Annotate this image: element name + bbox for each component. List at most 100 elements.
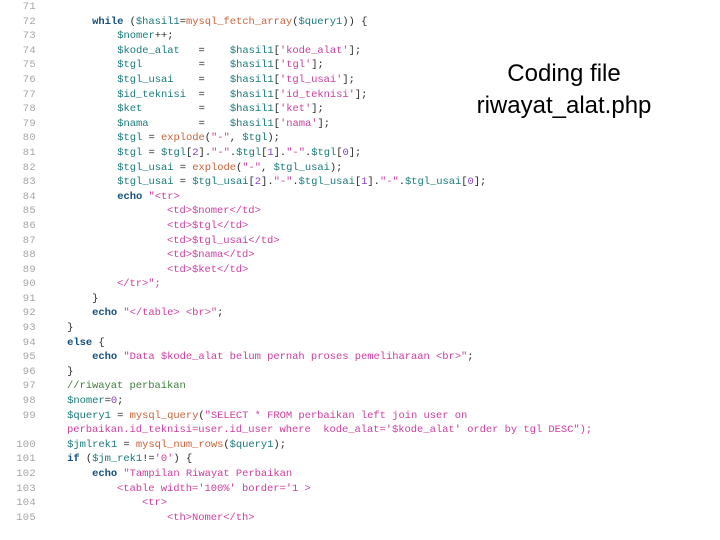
- code-text: }: [92, 292, 99, 305]
- code-line: 86 <td>$tgl</td>: [0, 219, 720, 234]
- line-number: 95: [22, 351, 36, 364]
- code-line: 74 $kode_alat = $hasil1['kode_alat'];: [0, 44, 720, 59]
- code-line: 91 }: [0, 292, 720, 307]
- code-text: }: [67, 365, 74, 378]
- code-text: $nama = $hasil1['nama'];: [117, 117, 330, 130]
- code-text: $tgl = explode("-", $tgl);: [117, 132, 280, 145]
- code-text: $tgl_usai = $tgl_usai[2]."-".$tgl_usai[1…: [117, 176, 487, 189]
- code-line: 105 <th>Nomer</th>: [0, 511, 720, 526]
- code-line: 101 if ($jm_rek1!='0') {: [0, 452, 720, 467]
- line-number: 79: [22, 117, 36, 130]
- code-line: 97 //riwayat perbaikan: [0, 379, 720, 394]
- line-number: 71: [22, 1, 36, 13]
- line-number: 72: [22, 15, 36, 28]
- code-line: 95 echo "Data $kode_alat belum pernah pr…: [0, 350, 720, 365]
- code-line: 102 echo "Tampilan Riwayat Perbaikan: [0, 467, 720, 482]
- code-line: 103 <table width='100%' border='1 >: [0, 482, 720, 497]
- line-number: 94: [22, 336, 36, 349]
- code-line: 89 <td>$ket</td>: [0, 263, 720, 278]
- code-line: 84 echo "<tr>: [0, 190, 720, 205]
- code-line: perbaikan.id_teknisi=user.id_user where …: [0, 423, 720, 438]
- line-number: 81: [22, 146, 36, 159]
- line-number: 75: [22, 59, 36, 72]
- line-number: 84: [22, 190, 36, 203]
- code-text: $tgl = $hasil1['tgl'];: [117, 59, 324, 72]
- code-line: 88 <td>$nama</td>: [0, 248, 720, 263]
- code-line: 71: [0, 0, 720, 15]
- code-line: 100 $jmlrek1 = mysql_num_rows($query1);: [0, 438, 720, 453]
- code-line: 98 $nomer=0;: [0, 394, 720, 409]
- line-number: 88: [22, 249, 36, 262]
- code-text: $tgl_usai = explode("-", $tgl_usai);: [117, 161, 343, 174]
- line-number: 80: [22, 132, 36, 145]
- line-number: 85: [22, 205, 36, 218]
- code-text: $id_teknisi = $hasil1['id_teknisi'];: [117, 88, 368, 101]
- caption-coding-file: Coding file riwayat_alat.php: [408, 58, 720, 122]
- code-line: 80 $tgl = explode("-", $tgl);: [0, 131, 720, 146]
- line-number: 104: [16, 497, 36, 510]
- code-text: $query1 = mysql_query("SELECT * FROM per…: [67, 409, 468, 422]
- code-text: //riwayat perbaikan: [42, 380, 186, 393]
- code-line: 72 while ($hasil1=mysql_fetch_array($que…: [0, 15, 720, 30]
- code-line: 104 <tr>: [0, 496, 720, 511]
- code-line: 85 <td>$nomer</td>: [0, 204, 720, 219]
- line-number: 98: [22, 395, 36, 408]
- code-text: echo "</table> <br>";: [92, 307, 224, 320]
- code-text: while ($hasil1=mysql_fetch_array($query1…: [92, 15, 368, 28]
- line-number: 87: [22, 234, 36, 247]
- slide-canvas: 71 72 while ($hasil1=mysql_fetch_array($q…: [0, 0, 720, 540]
- caption-line-1: Coding file: [507, 60, 621, 87]
- line-number: 93: [22, 322, 36, 335]
- code-line: 90 </tr>";: [0, 277, 720, 292]
- code-text: <td>$tgl_usai</td>: [42, 234, 280, 247]
- code-text: $jmlrek1 = mysql_num_rows($query1);: [67, 438, 286, 451]
- code-text: <th>Nomer</th>: [42, 511, 255, 524]
- line-number: 78: [22, 103, 36, 116]
- code-text: $ket = $hasil1['ket'];: [117, 103, 324, 116]
- code-text: echo "<tr>: [117, 190, 180, 203]
- code-line: 94 else {: [0, 336, 720, 351]
- line-number: 102: [16, 468, 36, 480]
- line-number: 105: [16, 511, 36, 524]
- line-number: 91: [22, 292, 36, 305]
- line-number: 101: [16, 453, 36, 466]
- code-line: 93 }: [0, 321, 720, 336]
- code-text: }: [67, 322, 74, 335]
- code-text: $kode_alat = $hasil1['kode_alat'];: [117, 44, 362, 57]
- code-line: 73 $nomer++;: [0, 29, 720, 44]
- line-number: 73: [22, 30, 36, 43]
- code-text: $nomer=0;: [67, 395, 124, 408]
- line-number: 86: [22, 219, 36, 232]
- code-text: $nomer++;: [117, 30, 174, 43]
- line-number: 83: [22, 176, 36, 189]
- caption-line-2: riwayat_alat.php: [476, 92, 652, 119]
- code-line: 99 $query1 = mysql_query("SELECT * FROM …: [0, 409, 720, 424]
- code-line: 81 $tgl = $tgl[2]."-".$tgl[1]."-".$tgl[0…: [0, 146, 720, 161]
- code-text: <table width='100%' border='1 >: [42, 482, 311, 495]
- line-number: 74: [22, 44, 36, 57]
- line-number: 97: [22, 380, 36, 393]
- code-line: 87 <td>$tgl_usai</td>: [0, 234, 720, 249]
- line-number: 76: [22, 73, 36, 86]
- code-text: <td>$nomer</td>: [42, 205, 261, 218]
- code-text: <td>$nama</td>: [42, 249, 255, 262]
- line-number: 99: [22, 409, 36, 422]
- line-number: 90: [22, 278, 36, 291]
- line-number: 100: [16, 438, 36, 451]
- code-line: 83 $tgl_usai = $tgl_usai[2]."-".$tgl_usa…: [0, 175, 720, 190]
- code-text: echo "Tampilan Riwayat Perbaikan: [92, 468, 293, 480]
- code-line: 96 }: [0, 365, 720, 380]
- line-number: 77: [22, 88, 36, 101]
- line-number: 96: [22, 365, 36, 378]
- code-text: <tr>: [42, 497, 168, 510]
- code-text: else {: [67, 336, 105, 349]
- code-text: $tgl = $tgl[2]."-".$tgl[1]."-".$tgl[0];: [117, 146, 362, 159]
- line-number: 92: [22, 307, 36, 320]
- code-text: echo "Data $kode_alat belum pernah prose…: [92, 351, 474, 364]
- code-text: if ($jm_rek1!='0') {: [67, 453, 193, 466]
- code-text: </tr>";: [42, 278, 161, 291]
- code-text: $tgl_usai = $hasil1['tgl_usai'];: [117, 73, 355, 86]
- line-number: 103: [16, 482, 36, 495]
- code-line: 92 echo "</table> <br>";: [0, 306, 720, 321]
- code-text: <td>$ket</td>: [42, 263, 249, 276]
